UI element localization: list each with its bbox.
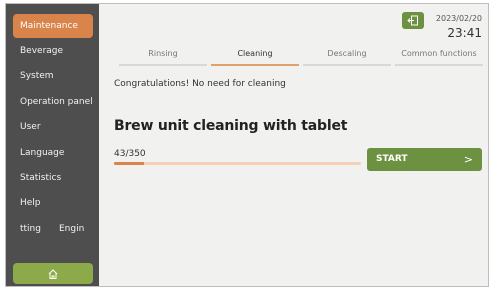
tab-label: Rinsing (148, 49, 178, 58)
tab-cleaning[interactable]: Cleaning (211, 48, 299, 66)
sidebar-item-label: Language (20, 148, 65, 158)
tab-underline (119, 64, 207, 66)
start-button[interactable]: START > (367, 148, 482, 171)
sidebar-item-language[interactable]: Language (13, 141, 93, 165)
tab-descaling[interactable]: Descaling (303, 48, 391, 66)
tab-label: Common functions (401, 49, 477, 58)
main-panel: 2023/02/20 23:41 Rinsing Cleaning Descal… (99, 4, 488, 286)
progress-bar (114, 162, 361, 165)
cleaning-counter: 43/350 (114, 149, 146, 159)
tab-underline (211, 64, 299, 66)
sidebar-item-label-left: tting (20, 224, 41, 234)
sidebar-item-setting-engineer[interactable]: tting Engin (13, 217, 93, 241)
sidebar-item-label: Statistics (20, 173, 62, 183)
sidebar-item-beverage[interactable]: Beverage (13, 39, 93, 63)
tab-label: Descaling (327, 49, 367, 58)
sidebar-item-user[interactable]: User (13, 115, 93, 139)
device-screen: Maintenance Beverage System Operation pa… (5, 3, 489, 287)
home-button[interactable] (13, 263, 93, 284)
home-icon (48, 268, 58, 279)
tab-underline (395, 64, 483, 66)
sidebar: Maintenance Beverage System Operation pa… (6, 4, 99, 286)
sidebar-item-label: Help (20, 198, 41, 208)
exit-icon (407, 15, 418, 26)
time-display: 23:41 (447, 26, 482, 40)
sidebar-item-operation-panel[interactable]: Operation panel (13, 90, 93, 114)
sidebar-item-label: User (20, 122, 41, 132)
sidebar-item-statistics[interactable]: Statistics (13, 166, 93, 190)
sidebar-item-label-right: Engin (59, 224, 85, 234)
start-button-label: START (376, 154, 408, 164)
status-message: Congratulations! No need for cleaning (114, 79, 286, 89)
sidebar-item-system[interactable]: System (13, 64, 93, 88)
sidebar-item-help[interactable]: Help (13, 191, 93, 215)
tab-underline (303, 64, 391, 66)
sidebar-item-label: Maintenance (20, 21, 78, 31)
chevron-right-icon: > (463, 153, 473, 166)
section-heading: Brew unit cleaning with tablet (114, 118, 348, 134)
tab-label: Cleaning (237, 49, 273, 58)
sidebar-item-label: Operation panel (20, 97, 93, 107)
sidebar-item-label: Beverage (20, 46, 64, 56)
date-display: 2023/02/20 (435, 14, 482, 23)
tab-common-functions[interactable]: Common functions (395, 48, 483, 66)
tab-rinsing[interactable]: Rinsing (119, 48, 207, 66)
sidebar-item-label: System (20, 71, 54, 81)
exit-button[interactable] (402, 12, 424, 29)
progress-fill (114, 162, 145, 165)
sidebar-item-maintenance[interactable]: Maintenance (13, 14, 93, 38)
